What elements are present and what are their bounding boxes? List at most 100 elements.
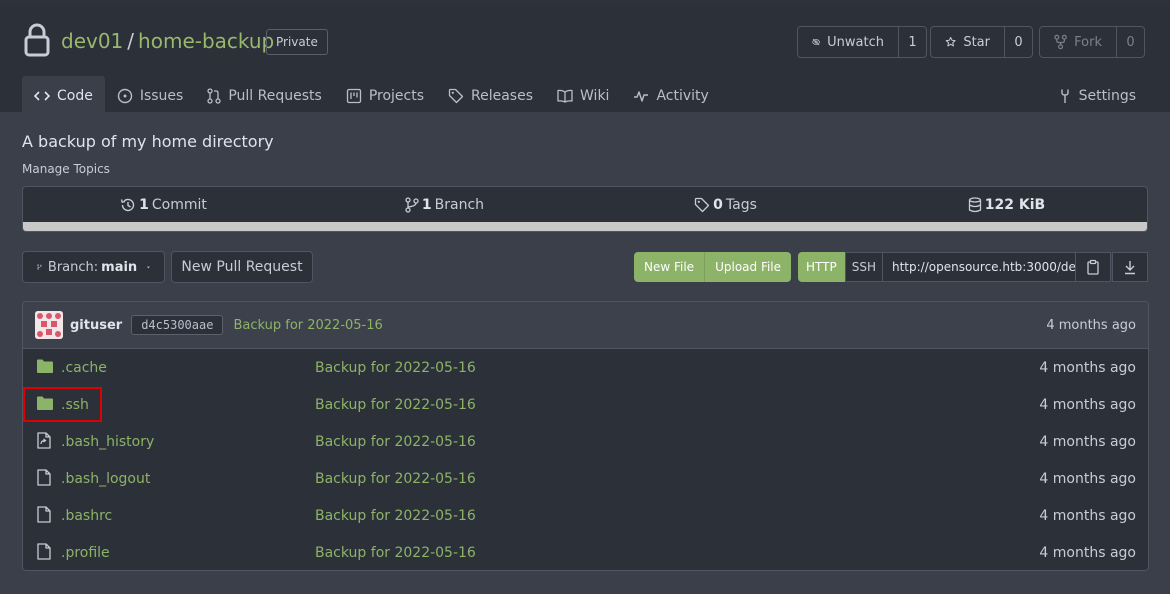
tab-activity-label: Activity (656, 88, 709, 104)
fork-button[interactable]: Fork 0 (1039, 26, 1145, 58)
file-commit-message[interactable]: Backup for 2022-05-16 (315, 434, 476, 450)
project-icon (346, 88, 361, 104)
file-time: 4 months ago (1039, 396, 1136, 413)
file-name[interactable]: .bash_history (61, 434, 154, 450)
latest-commit-bar: gituser d4c5300aae Backup for 2022-05-16… (23, 302, 1148, 349)
commits-label: Commit (151, 197, 207, 213)
file-time: 4 months ago (1039, 544, 1136, 561)
unwatch-label: Unwatch (827, 34, 884, 50)
tab-projects-label: Projects (368, 88, 425, 104)
fork-count[interactable]: 0 (1116, 27, 1144, 57)
branch-icon (37, 264, 42, 270)
copy-url-button[interactable] (1075, 252, 1111, 282)
size-stat: 122 KiB (866, 197, 1147, 213)
tab-issues-label: Issues (139, 88, 184, 104)
new-file-button[interactable]: New File (634, 252, 705, 282)
commit-message[interactable]: Backup for 2022-05-16 (233, 318, 382, 333)
private-badge: Private (266, 29, 328, 55)
tab-code[interactable]: Code (22, 76, 105, 116)
star-button[interactable]: Star 0 (930, 26, 1033, 58)
branches-label: Branch (434, 197, 485, 213)
file-row[interactable]: .bash_logout Backup for 2022-05-16 4 mon… (23, 460, 1148, 497)
branches-count: 1 (421, 197, 432, 213)
repo-tabs: Code Issues Pull Requests Projects Relea… (22, 76, 721, 116)
download-icon (1125, 261, 1135, 275)
file-name[interactable]: .cache (61, 360, 107, 376)
folder-icon (37, 359, 53, 373)
file-symlink-icon (37, 432, 51, 449)
repo-description: A backup of my home directory (22, 132, 274, 151)
file-list: gituser d4c5300aae Backup for 2022-05-16… (22, 301, 1149, 571)
file-time: 4 months ago (1039, 507, 1136, 524)
file-commit-message[interactable]: Backup for 2022-05-16 (315, 360, 476, 376)
repo-size: 122 KiB (984, 197, 1046, 213)
unwatch-button[interactable]: Unwatch 1 (797, 26, 927, 58)
file-name[interactable]: .bash_logout (61, 471, 150, 487)
watch-count[interactable]: 1 (898, 27, 926, 57)
fork-label: Fork (1074, 34, 1102, 50)
file-name[interactable]: .bashrc (61, 508, 112, 524)
tab-pull-requests-label: Pull Requests (228, 88, 322, 104)
file-commit-message[interactable]: Backup for 2022-05-16 (315, 545, 476, 561)
avatar[interactable] (35, 311, 63, 339)
tab-settings[interactable]: Settings (1058, 76, 1136, 116)
branch-prefix: Branch: (47, 259, 99, 275)
tags-stat[interactable]: 0 Tags (585, 197, 866, 213)
repo-owner-link[interactable]: dev01 (61, 29, 123, 53)
tag-icon (448, 88, 464, 104)
clone-url-input[interactable]: http://opensource.htb:3000/dev01/home-ba… (882, 252, 1081, 282)
tags-label: Tags (725, 197, 757, 213)
star-icon (945, 36, 956, 47)
tab-pull-requests[interactable]: Pull Requests (195, 76, 333, 116)
star-label: Star (963, 34, 990, 50)
repo-header: dev01/home-backup Private Unwatch 1 Star… (0, 4, 1170, 116)
branch-dropdown[interactable]: Branch: main (22, 251, 165, 283)
repo-separator: / (127, 29, 135, 53)
tab-releases[interactable]: Releases (436, 76, 545, 116)
file-row[interactable]: .cache Backup for 2022-05-16 4 months ag… (23, 349, 1148, 386)
manage-topics-link[interactable]: Manage Topics (22, 162, 110, 176)
file-commit-message[interactable]: Backup for 2022-05-16 (315, 397, 476, 413)
file-row[interactable]: .profile Backup for 2022-05-16 4 months … (23, 534, 1148, 570)
tab-projects[interactable]: Projects (334, 76, 436, 116)
clipboard-icon (1087, 259, 1099, 275)
star-count[interactable]: 0 (1004, 27, 1032, 57)
file-row[interactable]: .bashrc Backup for 2022-05-16 4 months a… (23, 497, 1148, 534)
tab-wiki[interactable]: Wiki (545, 76, 621, 116)
commits-stat[interactable]: 1 Commit (23, 197, 304, 213)
eye-slash-icon (812, 38, 821, 46)
code-icon (34, 91, 50, 101)
clone-panel: HTTP SSH http://opensource.htb:3000/dev0… (798, 252, 1081, 282)
tab-wiki-label: Wiki (580, 88, 610, 104)
repo-name-link[interactable]: home-backup (138, 29, 274, 53)
upload-file-button[interactable]: Upload File (704, 252, 792, 282)
branches-stat[interactable]: 1 Branch (304, 197, 585, 213)
new-pull-request-button[interactable]: New Pull Request (171, 251, 313, 283)
ssh-clone-button[interactable]: SSH (844, 252, 883, 282)
file-row[interactable]: .bash_history Backup for 2022-05-16 4 mo… (23, 423, 1148, 460)
commit-author[interactable]: gituser (70, 318, 122, 333)
http-clone-button[interactable]: HTTP (798, 252, 845, 282)
branch-icon (405, 197, 419, 213)
language-bar (23, 222, 1147, 231)
tag-icon (694, 197, 710, 213)
file-commit-message[interactable]: Backup for 2022-05-16 (315, 508, 476, 524)
issue-icon (117, 88, 133, 104)
download-button[interactable] (1112, 252, 1148, 282)
tags-count: 0 (713, 197, 723, 213)
tab-issues[interactable]: Issues (105, 76, 196, 116)
tab-activity[interactable]: Activity (621, 76, 720, 116)
file-time: 4 months ago (1039, 433, 1136, 450)
file-icon (37, 543, 51, 560)
book-icon (557, 89, 573, 103)
lock-icon (24, 23, 50, 57)
fork-icon (1054, 34, 1067, 50)
settings-label: Settings (1078, 88, 1136, 104)
file-commit-message[interactable]: Backup for 2022-05-16 (315, 471, 476, 487)
commit-sha[interactable]: d4c5300aae (131, 315, 224, 335)
commits-count: 1 (139, 197, 149, 213)
file-name[interactable]: .profile (61, 545, 110, 561)
file-time: 4 months ago (1039, 470, 1136, 487)
file-row[interactable]: .ssh Backup for 2022-05-16 4 months ago (23, 386, 1148, 423)
caret-down-icon (147, 266, 150, 268)
